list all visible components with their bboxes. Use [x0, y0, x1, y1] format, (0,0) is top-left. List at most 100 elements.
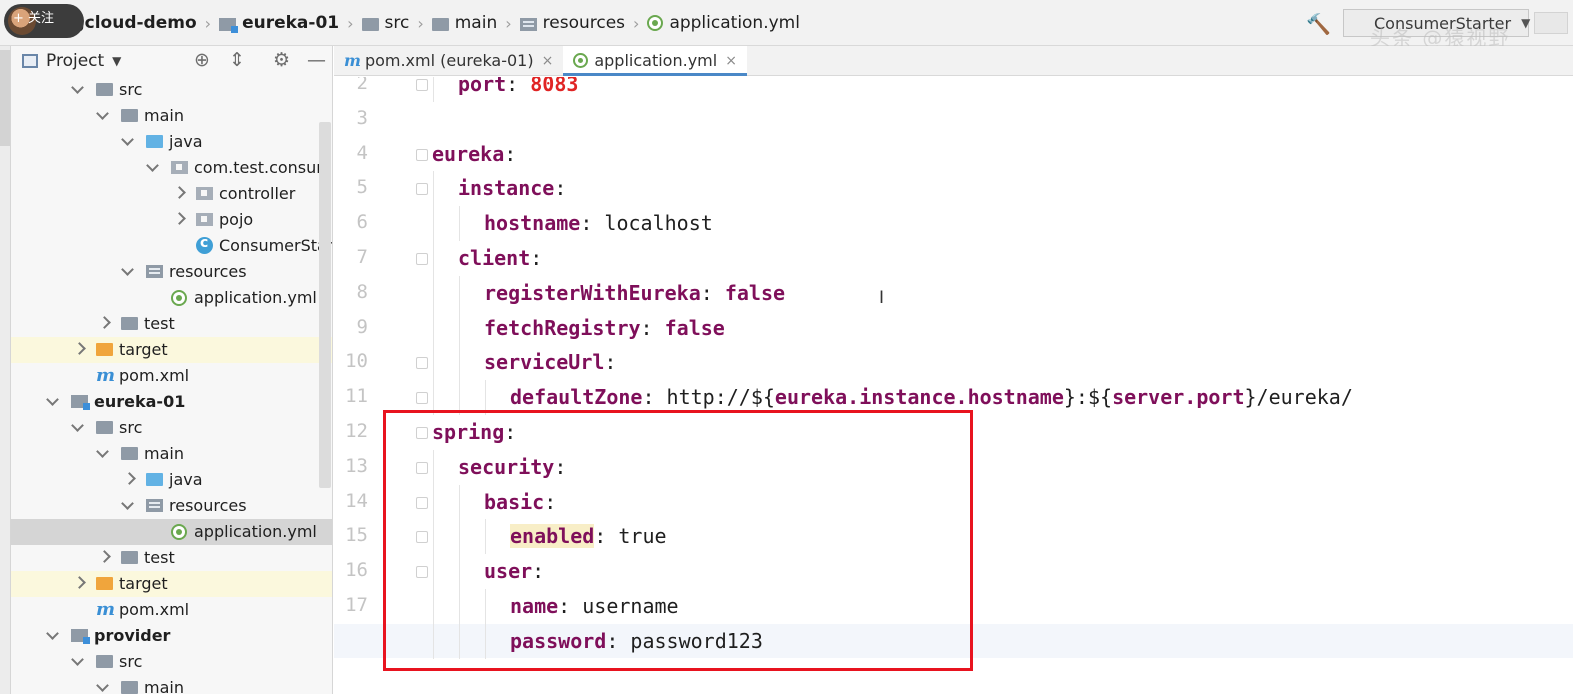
- breadcrumb-label: application.yml: [669, 13, 800, 33]
- tree-item[interactable]: application.yml: [11, 285, 332, 311]
- tree-item[interactable]: resources: [11, 259, 332, 285]
- code-line[interactable]: port: 8083: [458, 77, 578, 101]
- yaml-key: port: [458, 77, 507, 96]
- breadcrumb-item-resources[interactable]: resources: [519, 13, 626, 33]
- tree-item[interactable]: com.test.consumer: [11, 155, 332, 181]
- tree-item[interactable]: target: [11, 571, 332, 597]
- tree-item[interactable]: m pom.xml: [11, 597, 332, 623]
- tree-item[interactable]: controller: [11, 181, 332, 207]
- line-number: 16: [345, 559, 368, 582]
- code-line[interactable]: instance:: [458, 171, 566, 205]
- chevron-down-icon[interactable]: [97, 680, 109, 692]
- chevron-down-icon[interactable]: [47, 394, 59, 406]
- chevron-down-icon[interactable]: [72, 82, 84, 94]
- chevron-down-icon[interactable]: [122, 498, 134, 510]
- tree-item[interactable]: target: [11, 337, 332, 363]
- tree-item[interactable]: resources: [11, 493, 332, 519]
- yaml-key: server.port: [1112, 385, 1245, 410]
- breadcrumb-item-file[interactable]: application.yml: [647, 13, 800, 33]
- close-icon[interactable]: ×: [725, 53, 737, 69]
- code-line[interactable]: hostname: localhost: [484, 206, 713, 240]
- chevron-down-icon[interactable]: [97, 108, 109, 120]
- fold-marker-icon[interactable]: [416, 357, 428, 370]
- line-number: 4: [356, 141, 368, 164]
- tree-item-label: src: [119, 652, 143, 671]
- breadcrumb-item-src[interactable]: src: [361, 13, 409, 33]
- project-tool-tab[interactable]: [0, 50, 10, 146]
- project-icon: [22, 54, 38, 68]
- tree-item[interactable]: main: [11, 675, 332, 694]
- fold-marker-icon[interactable]: [416, 392, 428, 405]
- chevron-down-icon[interactable]: [72, 654, 84, 666]
- tree-item[interactable]: eureka-01: [11, 389, 332, 415]
- tree-item[interactable]: m pom.xml: [11, 363, 332, 389]
- tree-item[interactable]: test: [11, 545, 332, 571]
- collapse-all-icon[interactable]: ⇕: [229, 49, 245, 71]
- code-line[interactable]: registerWithEureka: false: [484, 276, 785, 310]
- chevron-down-icon[interactable]: ▼: [112, 54, 121, 68]
- tree-item[interactable]: src: [11, 77, 332, 103]
- code-line[interactable]: eureka:: [432, 137, 516, 171]
- code-line[interactable]: fetchRegistry: false: [484, 311, 725, 345]
- tree-item[interactable]: pojo: [11, 207, 332, 233]
- line-number: 10: [345, 350, 368, 373]
- chevron-right-icon[interactable]: [75, 576, 87, 588]
- gear-icon[interactable]: ⚙: [273, 49, 290, 71]
- minimize-icon[interactable]: —: [307, 49, 326, 71]
- chevron-right-icon[interactable]: [175, 212, 187, 224]
- follow-avatar-badge[interactable]: + 关注: [4, 4, 84, 38]
- tree-item[interactable]: application.yml: [11, 519, 332, 545]
- tab-application-yml[interactable]: application.yml ×: [563, 46, 747, 76]
- folder-icon: [121, 109, 138, 122]
- chevron-down-icon[interactable]: [147, 160, 159, 172]
- tree-item-label: main: [144, 444, 184, 463]
- run-button[interactable]: [1534, 12, 1568, 34]
- breadcrumb-item-module[interactable]: eureka-01: [219, 13, 339, 33]
- project-title[interactable]: Project: [46, 51, 104, 71]
- target-folder-icon: [96, 577, 113, 590]
- fold-marker-icon[interactable]: [416, 79, 428, 91]
- folder-icon: [431, 17, 449, 31]
- tree-item[interactable]: main: [11, 441, 332, 467]
- fold-marker-icon[interactable]: [416, 253, 428, 265]
- indent-guide: [433, 345, 434, 381]
- indent-guide: [459, 206, 460, 241]
- breadcrumb-label: resources: [542, 13, 626, 33]
- chevron-right-icon[interactable]: [175, 186, 187, 198]
- breadcrumb-separator-icon: ›: [633, 13, 640, 33]
- tree-item[interactable]: main: [11, 103, 332, 129]
- chevron-down-icon[interactable]: [47, 628, 59, 640]
- code-line[interactable]: client:: [458, 241, 542, 275]
- follow-label: + 关注: [13, 11, 55, 26]
- close-icon[interactable]: ×: [542, 53, 554, 69]
- fold-marker-icon[interactable]: [416, 148, 428, 161]
- tab-pom-xml[interactable]: m pom.xml (eureka-01) ×: [334, 46, 563, 75]
- chevron-right-icon[interactable]: [100, 550, 112, 562]
- chevron-right-icon[interactable]: [75, 342, 87, 354]
- chevron-down-icon[interactable]: [97, 446, 109, 458]
- tree-item[interactable]: src: [11, 649, 332, 675]
- build-hammer-icon[interactable]: 🔨: [1306, 12, 1331, 36]
- tree-item[interactable]: ConsumerStarter: [11, 233, 332, 259]
- tree-item[interactable]: java: [11, 467, 332, 493]
- tab-label: pom.xml (eureka-01): [364, 51, 534, 70]
- tree-scrollbar[interactable]: [319, 122, 331, 488]
- indent-guide: [433, 310, 434, 346]
- chevron-down-icon[interactable]: [72, 420, 84, 432]
- tree-item[interactable]: provider: [11, 623, 332, 649]
- chevron-down-icon[interactable]: [122, 134, 134, 146]
- chevron-down-icon[interactable]: [122, 264, 134, 276]
- code-line[interactable]: serviceUrl:: [484, 345, 616, 379]
- breadcrumb-item-main[interactable]: main: [431, 13, 497, 33]
- chevron-right-icon[interactable]: [100, 316, 112, 328]
- tree-item[interactable]: test: [11, 311, 332, 337]
- breadcrumb-separator-icon: ›: [505, 13, 512, 33]
- tree-item[interactable]: java: [11, 129, 332, 155]
- yaml-key: hostname: [484, 211, 581, 236]
- chevron-right-icon[interactable]: [125, 472, 137, 484]
- yaml-key: instance: [458, 176, 555, 201]
- tree-item-label: pojo: [219, 210, 254, 229]
- tree-item[interactable]: src: [11, 415, 332, 441]
- locate-target-icon[interactable]: ⊕: [194, 49, 210, 71]
- fold-marker-icon[interactable]: [416, 183, 428, 196]
